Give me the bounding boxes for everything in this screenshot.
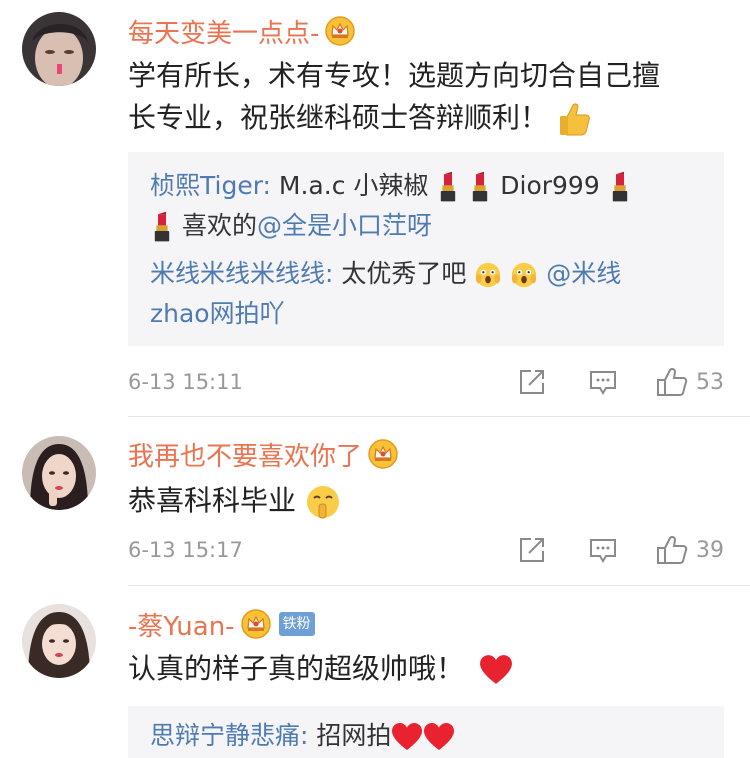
share-button[interactable] [518,536,546,564]
red-heart-emoji [479,654,513,686]
red-heart-emoji [391,722,423,752]
avatar[interactable] [22,12,96,86]
username[interactable]: 每天变美一点点- [128,13,319,50]
comment-meta: 6-13 15:17 39 [128,534,724,566]
like-button[interactable]: 39 [656,535,724,565]
lipstick-emoji [608,171,632,203]
comment-text-line2: 长专业，祝张继科硕士答辩顺利！ [128,101,549,134]
username[interactable]: 我再也不要喜欢你了 [128,436,362,473]
reply-item-cont: 喜欢的@全是小口茳呀 [150,206,714,246]
reply-box[interactable]: 桢熙Tiger: M.a.c 小辣椒 Dior999 喜欢的@全是小口茳呀 米线… [128,152,724,346]
divider [128,585,750,586]
reply-item[interactable]: 桢熙Tiger: M.a.c 小辣椒 Dior999 [150,166,714,206]
reply-username[interactable]: 米线米线米线线: [150,259,333,288]
comment-button[interactable] [588,536,618,564]
comment-text-line1: 恭喜科科毕业 [128,484,297,517]
reply-item[interactable]: 思辩宁静悲痛: 招网拍 [150,716,714,756]
reply-username[interactable]: 桢熙Tiger: [150,171,271,200]
crown-badge-icon [241,609,271,639]
timestamp: 6-13 15:17 [128,538,243,562]
timestamp: 6-13 15:11 [128,370,243,394]
mention-link[interactable]: @米线 [546,259,621,288]
red-heart-emoji [423,722,455,752]
comment-text-line1: 学有所长，术有专攻！选题方向切合自己擅 [128,59,661,92]
like-icon [657,367,688,396]
share-button[interactable] [518,368,546,396]
like-count: 53 [696,369,724,395]
reply-username[interactable]: 思辩宁静悲痛: [150,721,308,750]
reply-box[interactable]: 思辩宁静悲痛: 招网拍 [128,706,724,758]
lipstick-emoji [436,171,460,203]
comment-text: 学有所长，术有专攻！选题方向切合自己擅 长专业，祝张继科硕士答辩顺利！ [128,55,718,139]
reply-text: 招网拍 [308,721,392,750]
reply-item-cont: zhao网拍吖 [150,294,714,334]
reply-text: 喜欢的 [174,211,257,240]
comment-button[interactable] [588,368,618,396]
reply-text: M.a.c 小辣椒 [270,171,429,200]
avatar[interactable] [22,436,96,510]
like-count: 39 [696,537,724,563]
comment-icon [590,371,616,395]
divider [128,416,750,417]
comment-text: 恭喜科科毕业 [128,480,718,522]
lipstick-emoji [468,171,492,203]
reply-text: Dior999 [492,171,608,200]
like-icon [657,535,688,564]
share-icon [520,538,544,562]
comment-icon [590,539,616,563]
crown-badge-icon [368,439,398,469]
reply-text: 太优秀了吧 [333,259,467,288]
like-button[interactable]: 53 [656,367,724,397]
thumbs-up-emoji [557,101,591,137]
fan-badge: 铁粉 [278,612,315,636]
reply-item[interactable]: 米线米线米线线: 太优秀了吧 @米线 [150,254,714,294]
share-icon [520,370,544,394]
comment-text-line1: 认真的样子真的超级帅哦！ [128,652,465,685]
mention-link[interactable]: @全是小口茳呀 [257,211,432,240]
screaming-face-emoji [474,261,502,289]
screaming-face-emoji [510,261,538,289]
comment-text: 认真的样子真的超级帅哦！ [128,648,718,690]
mention-link[interactable]: zhao网拍吖 [150,299,285,328]
username[interactable]: -蔡Yuan- [128,606,235,643]
avatar[interactable] [22,604,96,678]
lipstick-emoji [150,211,174,243]
comment-meta: 6-13 15:11 53 [128,366,724,398]
crown-badge-icon [325,16,355,46]
shushing-face-emoji [305,484,341,520]
